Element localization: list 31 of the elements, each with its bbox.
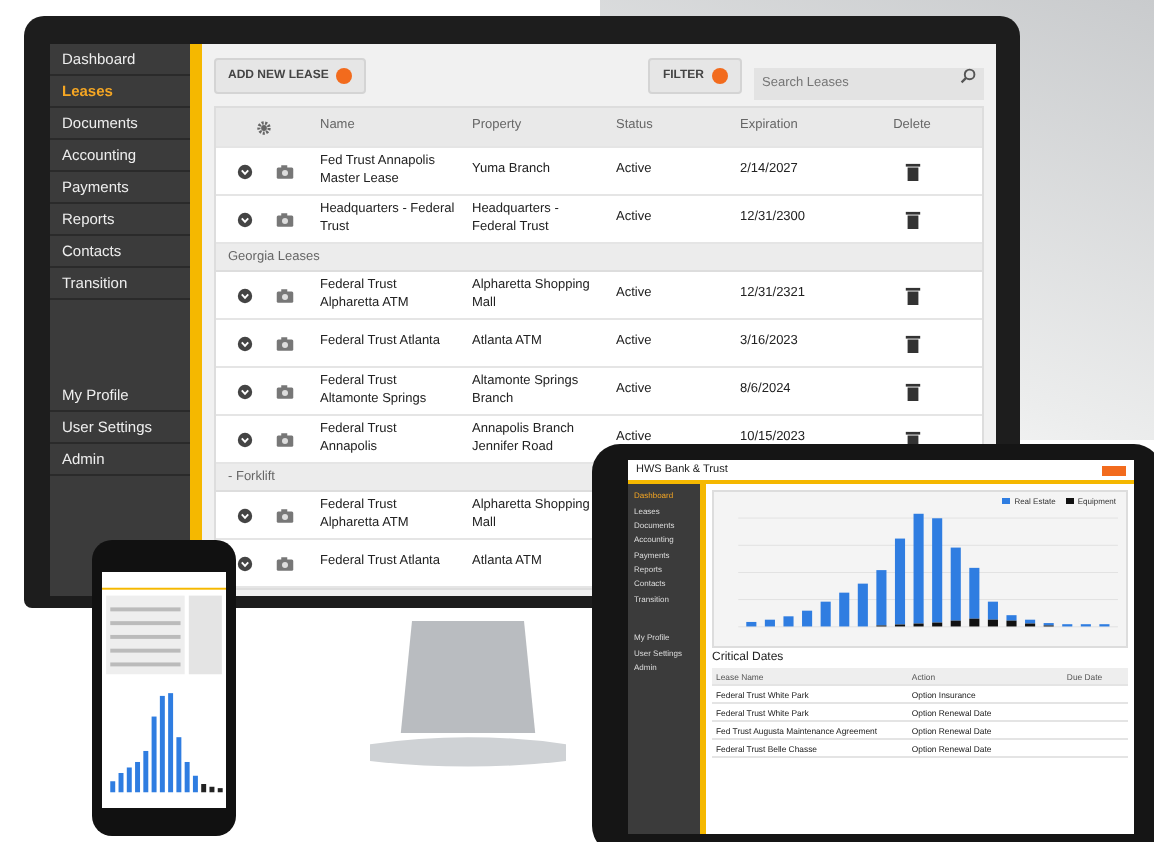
camera-icon[interactable]: [275, 555, 293, 571]
chevron-circle-icon[interactable]: [235, 431, 253, 447]
camera-icon[interactable]: [275, 211, 293, 227]
camera-icon[interactable]: [275, 431, 293, 447]
trash-icon[interactable]: [903, 209, 921, 229]
chevron-circle-icon[interactable]: [235, 163, 253, 179]
chevron-circle-icon[interactable]: [235, 555, 253, 571]
chart-bar: [857, 583, 868, 627]
chart-bar: [746, 621, 757, 627]
chevron-circle-icon[interactable]: [235, 287, 253, 303]
trash-icon[interactable]: [903, 161, 921, 181]
chart-bar: [839, 592, 850, 627]
gear-icon[interactable]: [256, 119, 272, 135]
chart-bar: [802, 610, 813, 627]
camera-icon[interactable]: [275, 335, 293, 351]
chevron-circle-icon[interactable]: [235, 507, 253, 523]
chart-bar: [820, 601, 831, 627]
camera-icon[interactable]: [275, 163, 293, 179]
chevron-circle-icon[interactable]: [235, 383, 253, 399]
search-icon: [960, 68, 976, 84]
header-button[interactable]: [1102, 465, 1126, 475]
chevron-circle-icon[interactable]: [235, 211, 253, 227]
camera-icon[interactable]: [275, 383, 293, 399]
trash-icon[interactable]: [903, 381, 921, 401]
camera-icon[interactable]: [275, 287, 293, 303]
trash-icon[interactable]: [903, 285, 921, 305]
chart-bar: [764, 619, 775, 627]
chart-bar: [783, 616, 794, 627]
trash-icon[interactable]: [903, 333, 921, 353]
camera-icon[interactable]: [275, 507, 293, 523]
chevron-circle-icon[interactable]: [235, 335, 253, 351]
